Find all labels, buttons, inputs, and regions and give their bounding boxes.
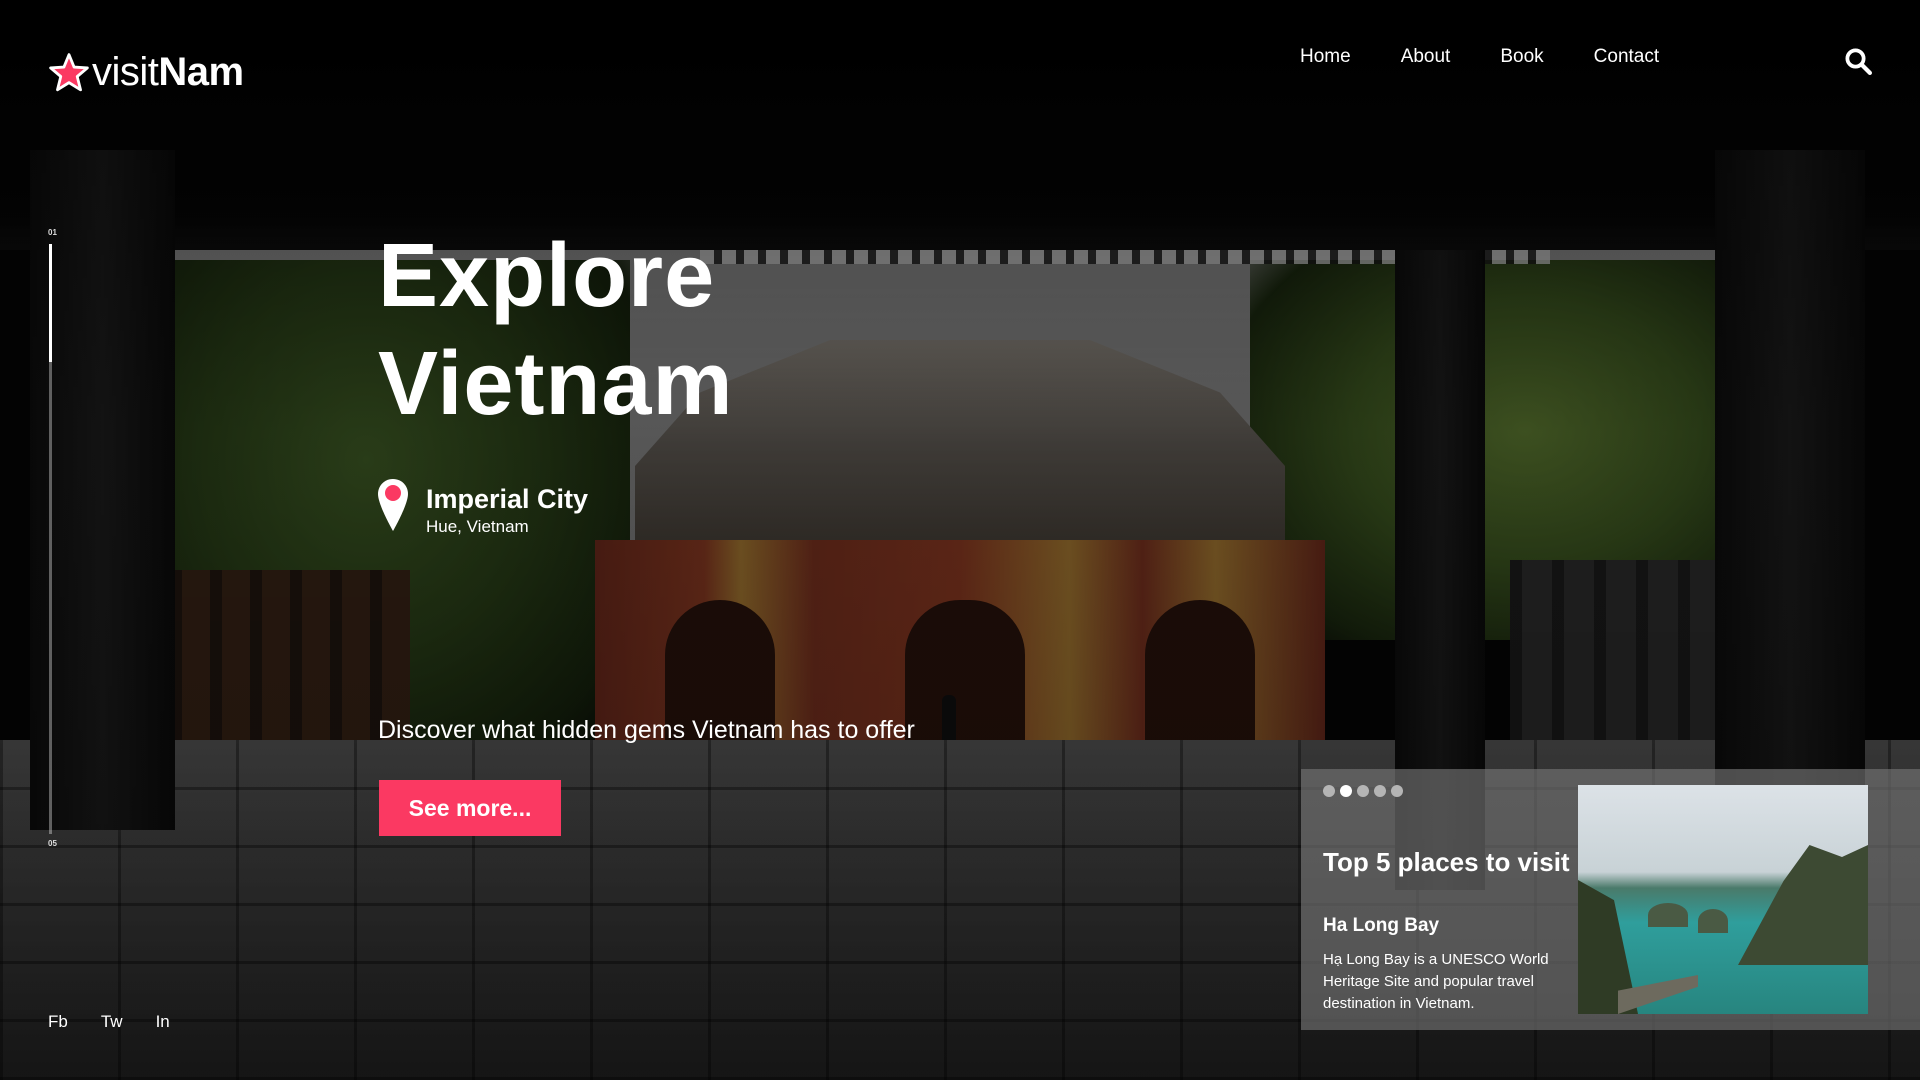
brand-light: visit — [92, 50, 159, 94]
nav-book[interactable]: Book — [1500, 46, 1543, 68]
nav-about[interactable]: About — [1401, 46, 1451, 68]
logo[interactable]: visitNam — [48, 50, 244, 95]
social-twitter[interactable]: Tw — [101, 1012, 123, 1032]
slide-progress: 01 05 — [48, 228, 60, 848]
carousel-dot[interactable] — [1374, 785, 1386, 797]
nav-contact[interactable]: Contact — [1594, 46, 1659, 68]
brand-bold: Nam — [158, 50, 244, 94]
carousel-dots — [1323, 785, 1408, 797]
map-pin-icon — [378, 479, 408, 531]
slide-total: 05 — [48, 839, 57, 848]
hero-title-line1: Explore — [378, 226, 716, 326]
hero-title: Explore Vietnam — [378, 222, 734, 438]
hero-title-line2: Vietnam — [378, 334, 734, 434]
hero-tagline: Discover what hidden gems Vietnam has to… — [378, 716, 915, 744]
see-more-button[interactable]: See more... — [379, 780, 561, 836]
place-description: Hạ Long Bay is a UNESCO World Heritage S… — [1323, 951, 1549, 1012]
star-icon — [49, 52, 89, 91]
progress-fill — [49, 244, 52, 362]
nav-home[interactable]: Home — [1300, 46, 1351, 68]
social-facebook[interactable]: Fb — [48, 1012, 68, 1032]
search-icon[interactable] — [1843, 46, 1873, 76]
top-places-card[interactable]: Top 5 places to visit Ha Long Bay Hạ Lon… — [1301, 769, 1920, 1030]
slide-current: 01 — [48, 228, 57, 237]
place-image[interactable] — [1578, 785, 1868, 1014]
carousel-dot[interactable] — [1357, 785, 1369, 797]
card-title: Top 5 places to visit — [1323, 847, 1570, 877]
location-label: Imperial City Hue, Vietnam — [376, 478, 588, 537]
main-nav: Home About Book Contact — [1300, 46, 1709, 68]
social-linkedin[interactable]: In — [156, 1012, 170, 1032]
location-subtitle: Hue, Vietnam — [426, 517, 529, 536]
brand-name: visitNam — [92, 50, 244, 95]
carousel-dot[interactable] — [1340, 785, 1352, 797]
hero-page: visitNam Home About Book Contact 01 05 E… — [0, 0, 1920, 1080]
progress-track — [49, 244, 52, 834]
carousel-dot[interactable] — [1391, 785, 1403, 797]
carousel-dot[interactable] — [1323, 785, 1335, 797]
social-links: Fb Tw In — [48, 1012, 203, 1032]
location-name: Imperial City — [426, 484, 589, 514]
place-name: Ha Long Bay — [1323, 915, 1440, 936]
